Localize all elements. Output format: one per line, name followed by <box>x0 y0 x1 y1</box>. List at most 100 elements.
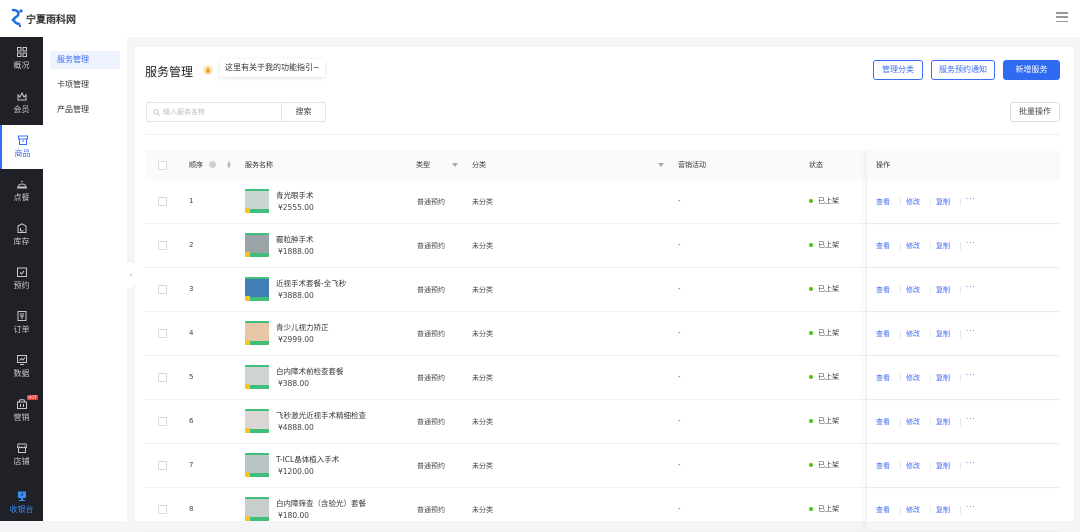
subnav-item-card-management[interactable]: 卡项管理 <box>50 76 120 94</box>
edit-link[interactable]: 修改 <box>906 285 920 295</box>
category-filter-icon[interactable] <box>658 163 664 167</box>
row-checkbox[interactable] <box>158 241 167 250</box>
service-name[interactable]: T-ICL晶体植入手术 <box>276 454 339 465</box>
page-scrollbar[interactable] <box>1074 47 1080 521</box>
copy-link[interactable]: 复制 <box>936 373 950 383</box>
more-actions-icon[interactable]: ··· <box>966 459 976 467</box>
service-thumbnail[interactable] <box>245 365 269 389</box>
service-name[interactable]: 近视手术套餐-全飞秒 <box>276 278 346 289</box>
more-actions-icon[interactable]: ··· <box>966 283 976 291</box>
row-checkbox[interactable] <box>158 197 167 206</box>
more-actions-icon[interactable]: ··· <box>966 415 976 423</box>
service-price: ¥2555.00 <box>278 203 314 212</box>
sidebar-item-label: 订单 <box>13 325 30 334</box>
service-name[interactable]: 青光眼手术 <box>276 190 314 201</box>
sidebar-item-booking[interactable]: 预约 <box>0 257 43 301</box>
view-link[interactable]: 查看 <box>876 505 890 515</box>
sidebar-item-marketing[interactable]: HOT 营销 <box>0 389 43 433</box>
manage-category-button[interactable]: 管理分类 <box>873 60 923 80</box>
sidebar-item-orders[interactable]: 订单 <box>0 301 43 345</box>
view-link[interactable]: 查看 <box>876 329 890 339</box>
more-actions-icon[interactable]: ··· <box>966 195 976 203</box>
sidebar-item-cashier[interactable]: 收银台 <box>0 485 43 521</box>
row-checkbox[interactable] <box>158 461 167 470</box>
marketing-icon <box>16 399 27 409</box>
view-link[interactable]: 查看 <box>876 285 890 295</box>
booking-notice-button[interactable]: 服务预约通知 <box>931 60 995 80</box>
copy-link[interactable]: 复制 <box>936 241 950 251</box>
row-order: 6 <box>189 417 194 425</box>
service-name[interactable]: 霰粒肿手术 <box>276 234 314 245</box>
select-all-checkbox[interactable] <box>158 161 167 170</box>
service-thumbnail[interactable] <box>245 409 269 433</box>
status-dot-icon <box>809 243 813 247</box>
row-checkbox[interactable] <box>158 373 167 382</box>
more-actions-icon[interactable]: ··· <box>966 239 976 247</box>
more-actions-icon[interactable]: ··· <box>966 327 976 335</box>
sidebar-item-overview[interactable]: 概况 <box>0 37 43 81</box>
row-checkbox[interactable] <box>158 285 167 294</box>
search-field[interactable] <box>146 102 282 122</box>
divider <box>960 374 961 382</box>
view-link[interactable]: 查看 <box>876 461 890 471</box>
sidebar-item-products[interactable]: 商品 <box>0 125 43 169</box>
top-bar: 宁夏雨科网 <box>0 0 1080 37</box>
service-thumbnail[interactable] <box>245 233 269 257</box>
subnav-item-product-management[interactable]: 产品管理 <box>50 101 120 119</box>
help-icon[interactable] <box>209 161 216 168</box>
search-button[interactable]: 搜索 <box>281 102 326 122</box>
edit-link[interactable]: 修改 <box>906 417 920 427</box>
sidebar-item-members[interactable]: 会员 <box>0 81 43 125</box>
more-actions-icon[interactable]: ··· <box>966 503 976 511</box>
row-actions: 查看 修改 复制 ··· <box>866 180 1060 223</box>
table-body: 1 青光眼手术 ¥2555.00 普通预约 未分类 - 已上架 查看 修改 复制… <box>145 180 1060 532</box>
copy-link[interactable]: 复制 <box>936 505 950 515</box>
edit-link[interactable]: 修改 <box>906 197 920 207</box>
view-link[interactable]: 查看 <box>876 417 890 427</box>
row-checkbox[interactable] <box>158 417 167 426</box>
edit-link[interactable]: 修改 <box>906 505 920 515</box>
edit-link[interactable]: 修改 <box>906 461 920 471</box>
edit-link[interactable]: 修改 <box>906 329 920 339</box>
service-thumbnail[interactable] <box>245 453 269 477</box>
add-service-button[interactable]: 新增服务 <box>1003 60 1060 80</box>
copy-link[interactable]: 复制 <box>936 197 950 207</box>
view-link[interactable]: 查看 <box>876 241 890 251</box>
sidebar-item-ordering[interactable]: 点餐 <box>0 169 43 213</box>
service-name[interactable]: 白内障术前检查套餐 <box>276 366 344 377</box>
edit-link[interactable]: 修改 <box>906 373 920 383</box>
sidebar-item-inventory[interactable]: 库存 <box>0 213 43 257</box>
type-filter-icon[interactable] <box>452 163 458 167</box>
service-thumbnail[interactable] <box>245 497 269 521</box>
edit-link[interactable]: 修改 <box>906 241 920 251</box>
divider <box>930 198 931 206</box>
service-thumbnail[interactable] <box>245 277 269 301</box>
service-name[interactable]: 青少儿视力矫正 <box>276 322 329 333</box>
service-type: 普通预约 <box>417 418 445 426</box>
row-checkbox[interactable] <box>158 329 167 338</box>
logo[interactable]: 宁夏雨科网 <box>10 8 76 28</box>
collapse-subnav-button[interactable]: ‹ <box>127 262 135 288</box>
lightbulb-icon[interactable] <box>203 65 213 75</box>
row-actions: 查看 修改 复制 ··· <box>866 356 1060 399</box>
copy-link[interactable]: 复制 <box>936 417 950 427</box>
copy-link[interactable]: 复制 <box>936 329 950 339</box>
copy-link[interactable]: 复制 <box>936 461 950 471</box>
more-actions-icon[interactable]: ··· <box>966 371 976 379</box>
subnav-item-service-management[interactable]: 服务管理 <box>50 51 120 69</box>
service-status: 已上架 <box>809 284 839 294</box>
view-link[interactable]: 查看 <box>876 373 890 383</box>
service-name[interactable]: 白内障筛查（含验光）套餐 <box>276 498 366 509</box>
sidebar-item-data[interactable]: 数据 <box>0 345 43 389</box>
service-thumbnail[interactable] <box>245 321 269 345</box>
copy-link[interactable]: 复制 <box>936 285 950 295</box>
hamburger-menu-icon[interactable] <box>1056 12 1068 22</box>
service-name[interactable]: 飞秒激光近视手术精细检查 <box>276 410 366 421</box>
row-checkbox[interactable] <box>158 505 167 514</box>
service-thumbnail[interactable] <box>245 189 269 213</box>
search-input[interactable] <box>163 108 273 116</box>
batch-operation-button[interactable]: 批量操作 <box>1010 102 1060 122</box>
sidebar-item-store[interactable]: 店铺 <box>0 433 43 477</box>
view-link[interactable]: 查看 <box>876 197 890 207</box>
sort-icon[interactable]: ▲ ▼ <box>227 161 231 170</box>
